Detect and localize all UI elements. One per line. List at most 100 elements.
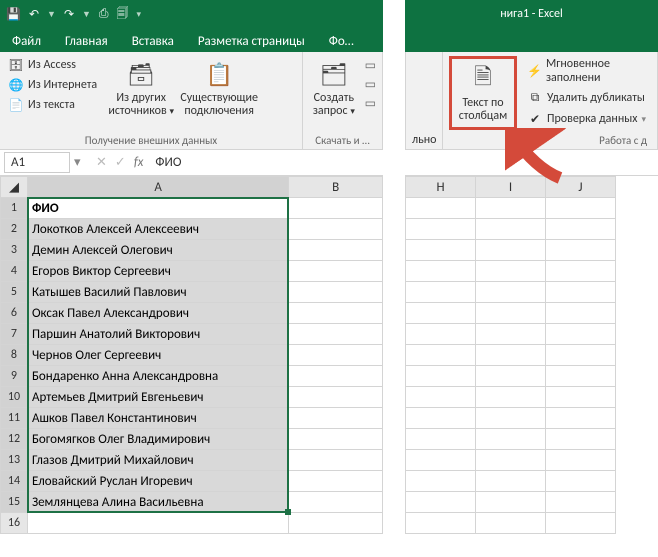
cell[interactable] (289, 471, 383, 492)
save-icon[interactable]: 💾 (6, 7, 21, 22)
cell[interactable] (289, 303, 383, 324)
col-header-b[interactable]: B (289, 177, 383, 198)
row-header[interactable]: 10 (1, 387, 28, 408)
row-header[interactable]: 13 (1, 450, 28, 471)
cell[interactable] (476, 387, 546, 408)
cell[interactable] (289, 429, 383, 450)
cell[interactable] (476, 345, 546, 366)
cell[interactable] (406, 345, 476, 366)
cell[interactable] (406, 198, 476, 219)
row-header[interactable]: 15 (1, 492, 28, 513)
cell[interactable] (289, 345, 383, 366)
cell[interactable] (546, 303, 616, 324)
row-header[interactable]: 6 (1, 303, 28, 324)
cell[interactable] (546, 198, 616, 219)
cell[interactable]: Ашков Павел Константинович (27, 408, 288, 429)
row-header[interactable]: 5 (1, 282, 28, 303)
row-header[interactable]: 16 (1, 513, 28, 534)
cell[interactable]: Оксак Павел Александрович (27, 303, 288, 324)
row-header[interactable]: 1 (1, 198, 28, 219)
cell[interactable] (406, 282, 476, 303)
cell[interactable]: Артемьев Дмитрий Евгеньевич (27, 387, 288, 408)
cell[interactable] (406, 219, 476, 240)
cell[interactable] (476, 282, 546, 303)
cell[interactable]: Богомягков Олег Владимирович (27, 429, 288, 450)
row-header[interactable]: 4 (1, 261, 28, 282)
cell[interactable] (406, 261, 476, 282)
cell[interactable] (406, 366, 476, 387)
cell[interactable] (406, 450, 476, 471)
cell[interactable] (406, 408, 476, 429)
cell[interactable] (289, 387, 383, 408)
row-header[interactable]: 8 (1, 345, 28, 366)
cell[interactable] (289, 198, 383, 219)
cell[interactable] (476, 492, 546, 513)
cell[interactable] (289, 408, 383, 429)
cell[interactable] (546, 261, 616, 282)
col-header-a[interactable]: A (27, 177, 288, 198)
from-access-button[interactable]: 🗄Из Access (6, 56, 99, 74)
row-header[interactable]: 14 (1, 471, 28, 492)
cell[interactable] (476, 198, 546, 219)
cell[interactable] (406, 492, 476, 513)
cell[interactable] (289, 261, 383, 282)
data-valid-button[interactable]: ✔Проверка данных ▾ (525, 110, 651, 128)
select-all-corner[interactable]: ◢ (1, 177, 28, 198)
cell[interactable] (546, 513, 616, 534)
cell[interactable] (546, 492, 616, 513)
cell[interactable] (289, 492, 383, 513)
cell[interactable] (546, 240, 616, 261)
existing-conn-button[interactable]: 📋 Существующие подключения (183, 56, 255, 120)
cell[interactable] (476, 471, 546, 492)
tab-insert[interactable]: Вставка (128, 31, 178, 52)
cell[interactable] (546, 324, 616, 345)
row-header[interactable]: 3 (1, 240, 28, 261)
cell[interactable] (546, 429, 616, 450)
from-text-button[interactable]: 📄Из текста (6, 96, 99, 114)
cell[interactable] (546, 282, 616, 303)
cell[interactable]: ФИО (27, 198, 288, 219)
cell[interactable] (546, 219, 616, 240)
cell[interactable]: Бондаренко Анна Александровна (27, 366, 288, 387)
cell[interactable] (546, 345, 616, 366)
cell[interactable]: Егоров Виктор Сергеевич (27, 261, 288, 282)
undo-icon[interactable]: ↶ (29, 7, 39, 22)
cell[interactable] (27, 513, 288, 534)
remove-dup-button[interactable]: ⧉Удалить дубликаты (525, 89, 651, 107)
tab-layout[interactable]: Разметка страницы (194, 31, 309, 52)
row-header[interactable]: 2 (1, 219, 28, 240)
row-header[interactable]: 7 (1, 324, 28, 345)
from-web-button[interactable]: 🌐Из Интернета (6, 76, 99, 94)
cell[interactable] (476, 366, 546, 387)
cell[interactable]: Паршин Анатолий Викторович (27, 324, 288, 345)
cell[interactable] (476, 324, 546, 345)
qat-more-icon[interactable]: ▾ (137, 9, 142, 20)
cell[interactable] (546, 408, 616, 429)
cancel-icon[interactable]: ✕ (96, 155, 107, 170)
row-header[interactable]: 11 (1, 408, 28, 429)
cell[interactable] (476, 450, 546, 471)
redo-dd-icon[interactable]: ▼ (82, 9, 91, 20)
cell[interactable] (406, 513, 476, 534)
tab-formulas[interactable]: Фо… (325, 31, 358, 52)
col-header-h[interactable]: H (406, 177, 476, 198)
cell[interactable] (289, 450, 383, 471)
cell[interactable]: Локотков Алексей Алексеевич (27, 219, 288, 240)
cell[interactable] (406, 303, 476, 324)
cell[interactable] (476, 408, 546, 429)
from-other-button[interactable]: 🗃 Из других источников ▾ (105, 56, 177, 120)
cell[interactable]: Еловайский Руслан Игоревич (27, 471, 288, 492)
cell[interactable] (546, 387, 616, 408)
cell[interactable]: Катышев Василий Павлович (27, 282, 288, 303)
cell[interactable] (546, 450, 616, 471)
cell[interactable] (289, 324, 383, 345)
cell[interactable] (476, 219, 546, 240)
cell[interactable] (406, 471, 476, 492)
name-box[interactable]: A1 (4, 152, 70, 173)
cell[interactable]: Глазов Дмитрий Михайлович (27, 450, 288, 471)
cell[interactable] (289, 513, 383, 534)
row-header[interactable]: 9 (1, 366, 28, 387)
cell[interactable]: Чернов Олег Сергеевич (27, 345, 288, 366)
small-icon-2[interactable]: ▭ (365, 77, 376, 92)
small-icon-3[interactable]: ▭ (365, 96, 376, 111)
